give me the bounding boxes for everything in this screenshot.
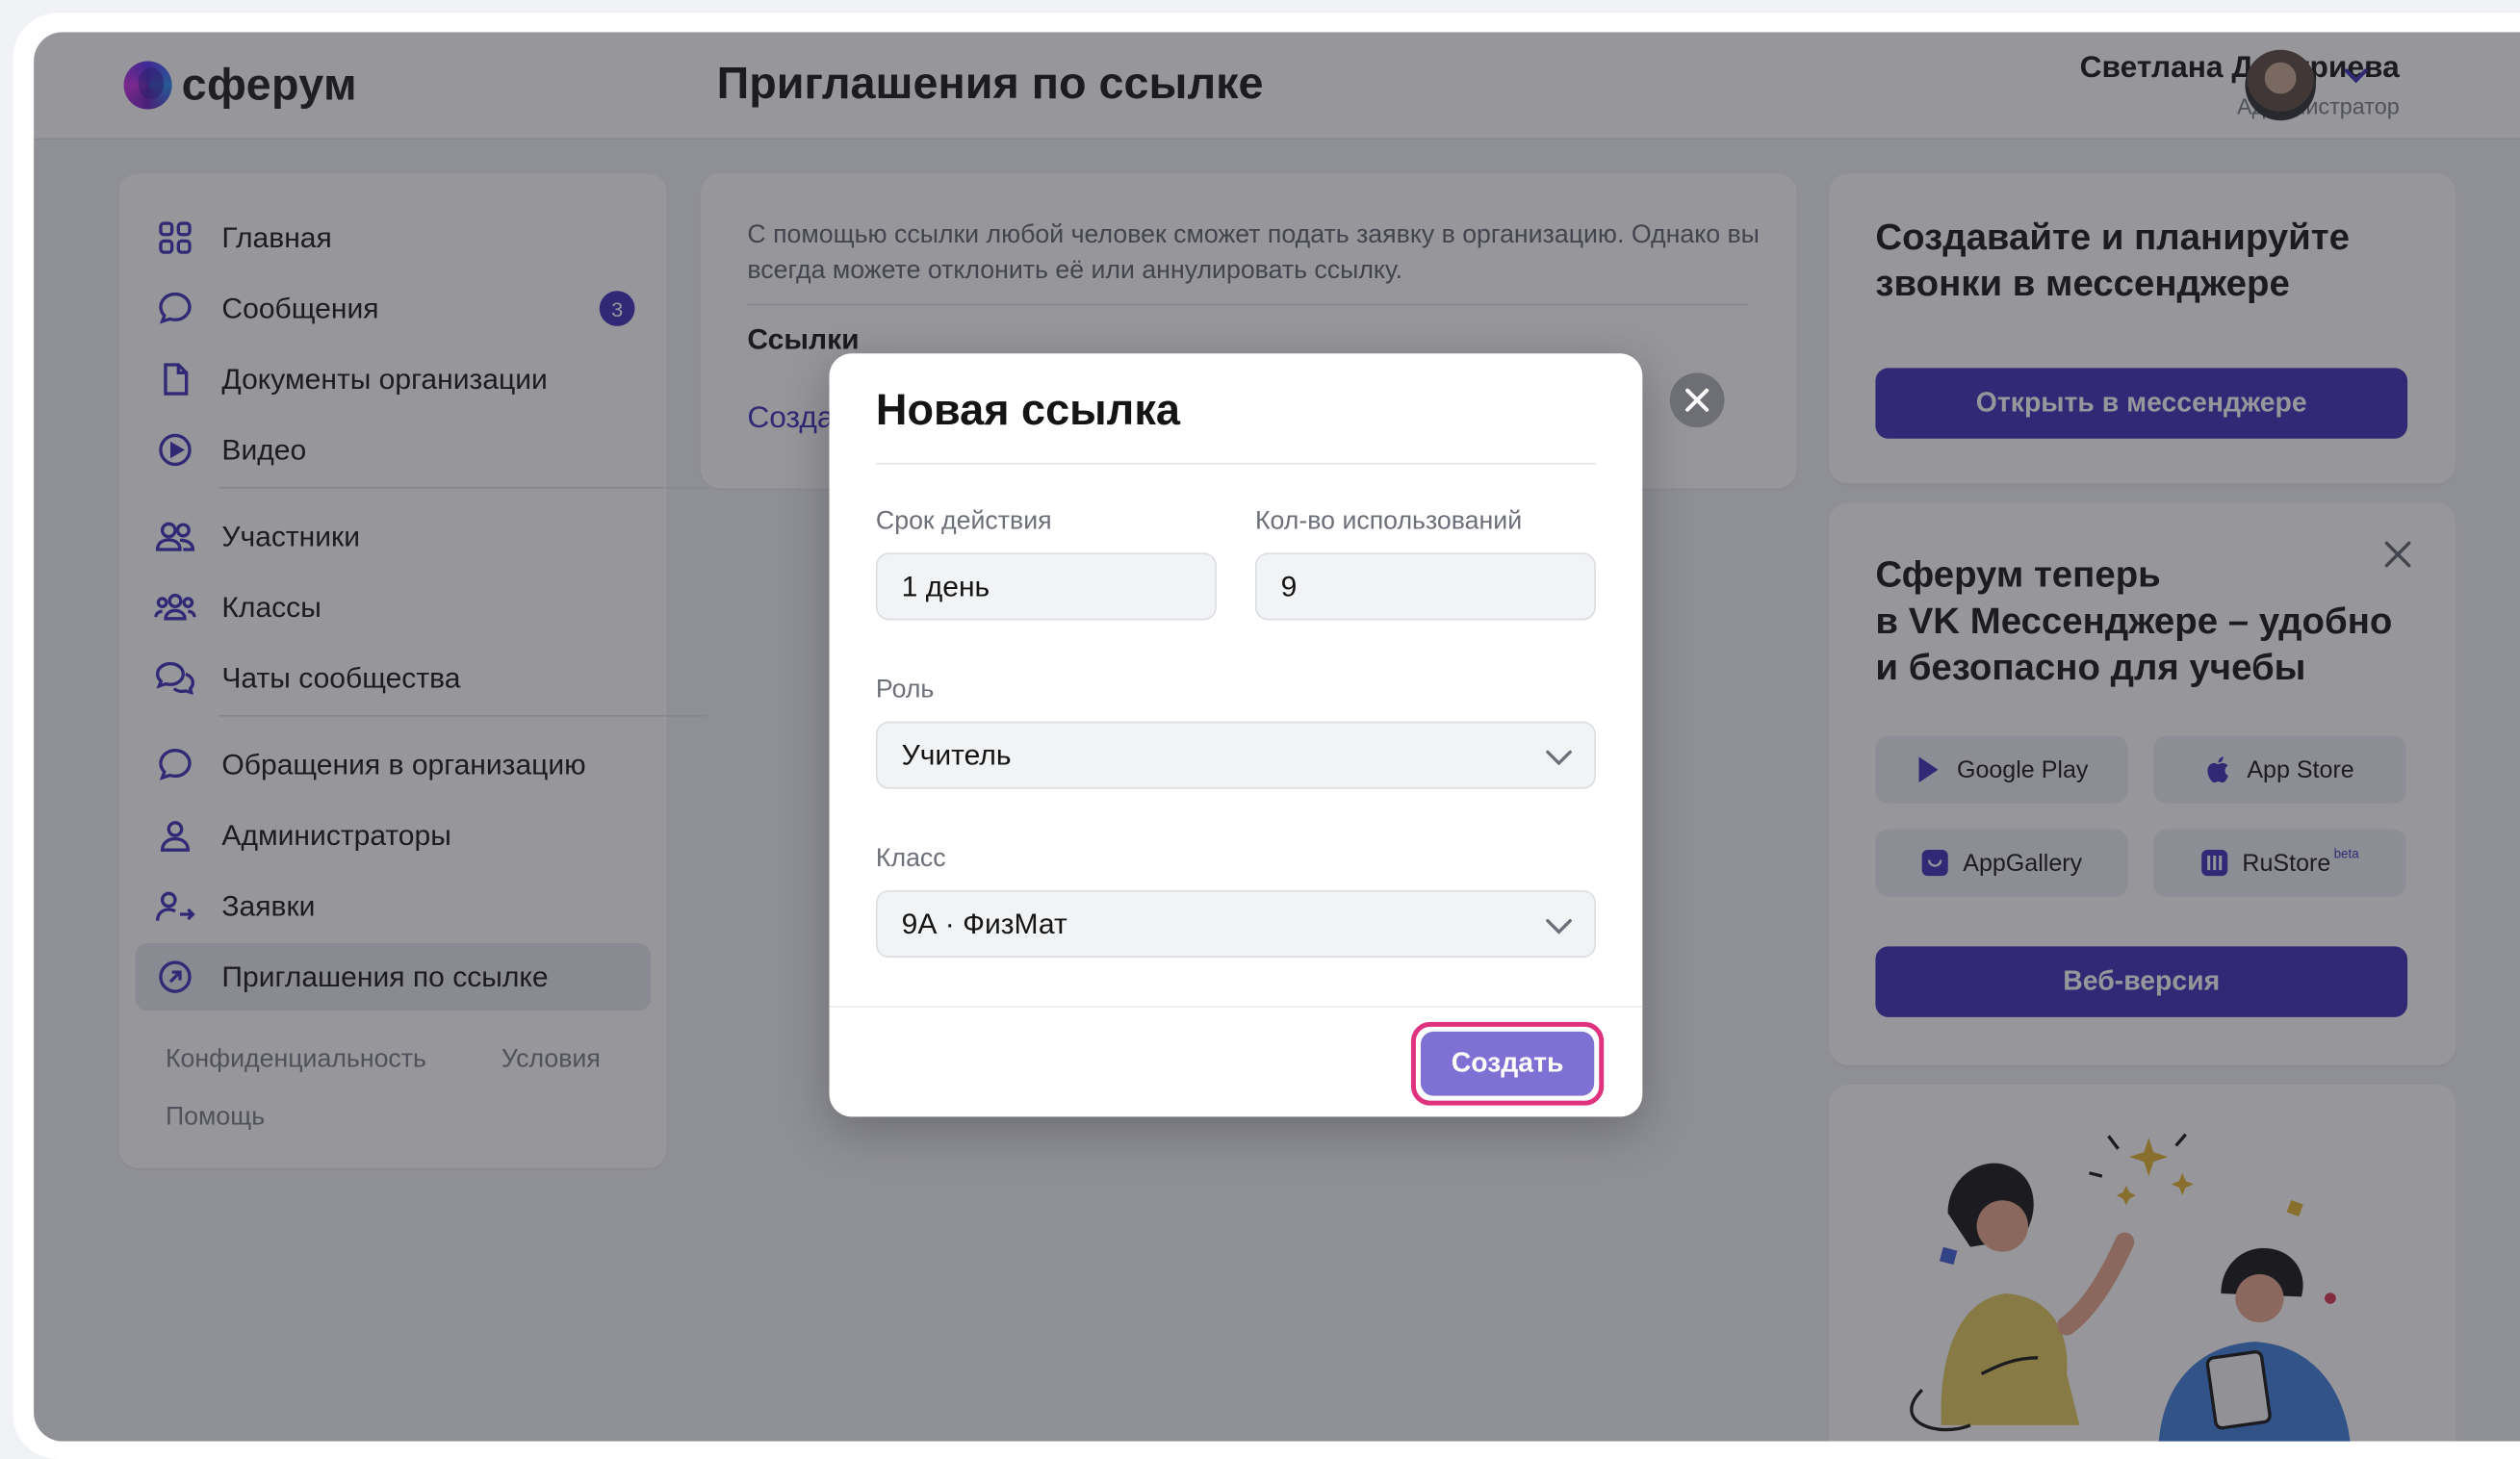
chevron-down-icon: [1543, 741, 1575, 773]
role-select[interactable]: Учитель: [875, 721, 1596, 789]
role-value: Учитель: [901, 738, 1012, 771]
role-label: Роль: [875, 676, 935, 704]
duration-value: 1 день: [901, 569, 990, 602]
create-button[interactable]: Создать: [1420, 1031, 1595, 1096]
uses-label: Кол-во использований: [1254, 507, 1523, 535]
class-value: 9А · ФизМат: [901, 907, 1067, 939]
create-button-highlight: Создать: [1410, 1021, 1605, 1106]
dialog-divider: [875, 462, 1596, 465]
chevron-down-icon: [1543, 909, 1575, 941]
uses-value: 9: [1280, 569, 1298, 602]
duration-field[interactable]: 1 день: [875, 552, 1217, 621]
new-link-dialog: Новая ссылка Срок действия 1 день Кол-во…: [829, 353, 1643, 1117]
close-icon: [1685, 388, 1710, 412]
app-screen: сферум Приглашения по ссылке Светлана Дм…: [34, 32, 2520, 1442]
duration-label: Срок действия: [875, 507, 1052, 535]
close-dialog-button[interactable]: [1669, 372, 1725, 428]
class-label: Класс: [875, 845, 946, 873]
dialog-footer-divider: [829, 1006, 1643, 1008]
dialog-title: Новая ссылка: [875, 385, 1180, 434]
class-select[interactable]: 9А · ФизМат: [875, 889, 1596, 959]
uses-count-field[interactable]: 9: [1254, 552, 1596, 621]
